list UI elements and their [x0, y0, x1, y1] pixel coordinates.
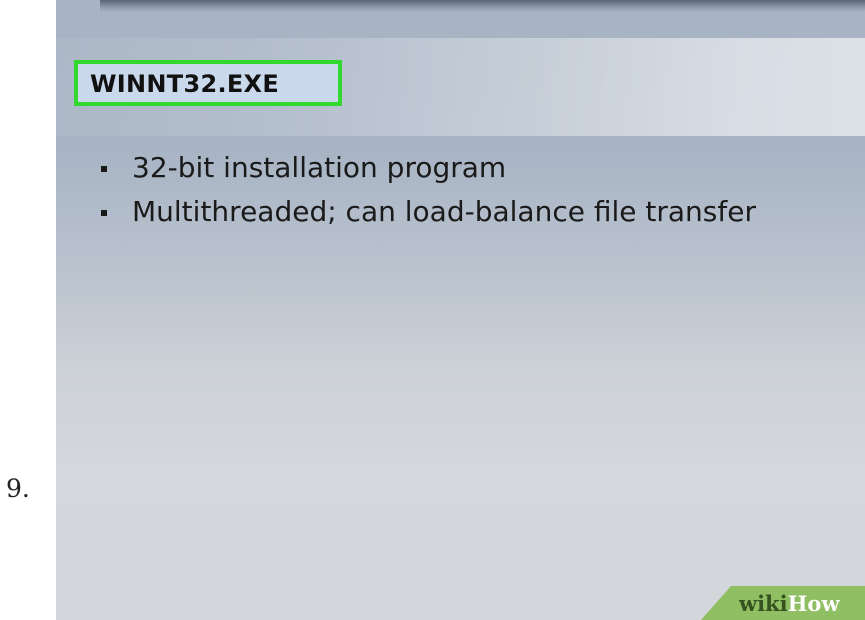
presentation-slide-image: WINNT32.EXE 32-bit installation program … [56, 0, 865, 620]
step-number: 9. [6, 474, 30, 503]
watermark-wiki-text: wiki [739, 591, 788, 616]
bullet-text: Multithreaded; can load-balance file tra… [132, 195, 756, 228]
bullet-item: 32-bit installation program [98, 152, 838, 184]
bullet-item: Multithreaded; can load-balance file tra… [98, 196, 838, 228]
slide-title: WINNT32.EXE [90, 70, 280, 98]
wikihow-logo: wikiHow [739, 591, 840, 616]
bullet-list: 32-bit installation program Multithreade… [98, 152, 838, 240]
square-bullet-icon [101, 166, 107, 172]
slide-top-edge [100, 0, 865, 12]
highlighted-title-box: WINNT32.EXE [74, 60, 342, 106]
wikihow-watermark: wikiHow [701, 586, 865, 620]
square-bullet-icon [101, 210, 107, 216]
bullet-text: 32-bit installation program [132, 151, 507, 184]
watermark-how-text: How [787, 591, 840, 616]
page: 9. WINNT32.EXE 32-bit installation progr… [0, 0, 865, 620]
